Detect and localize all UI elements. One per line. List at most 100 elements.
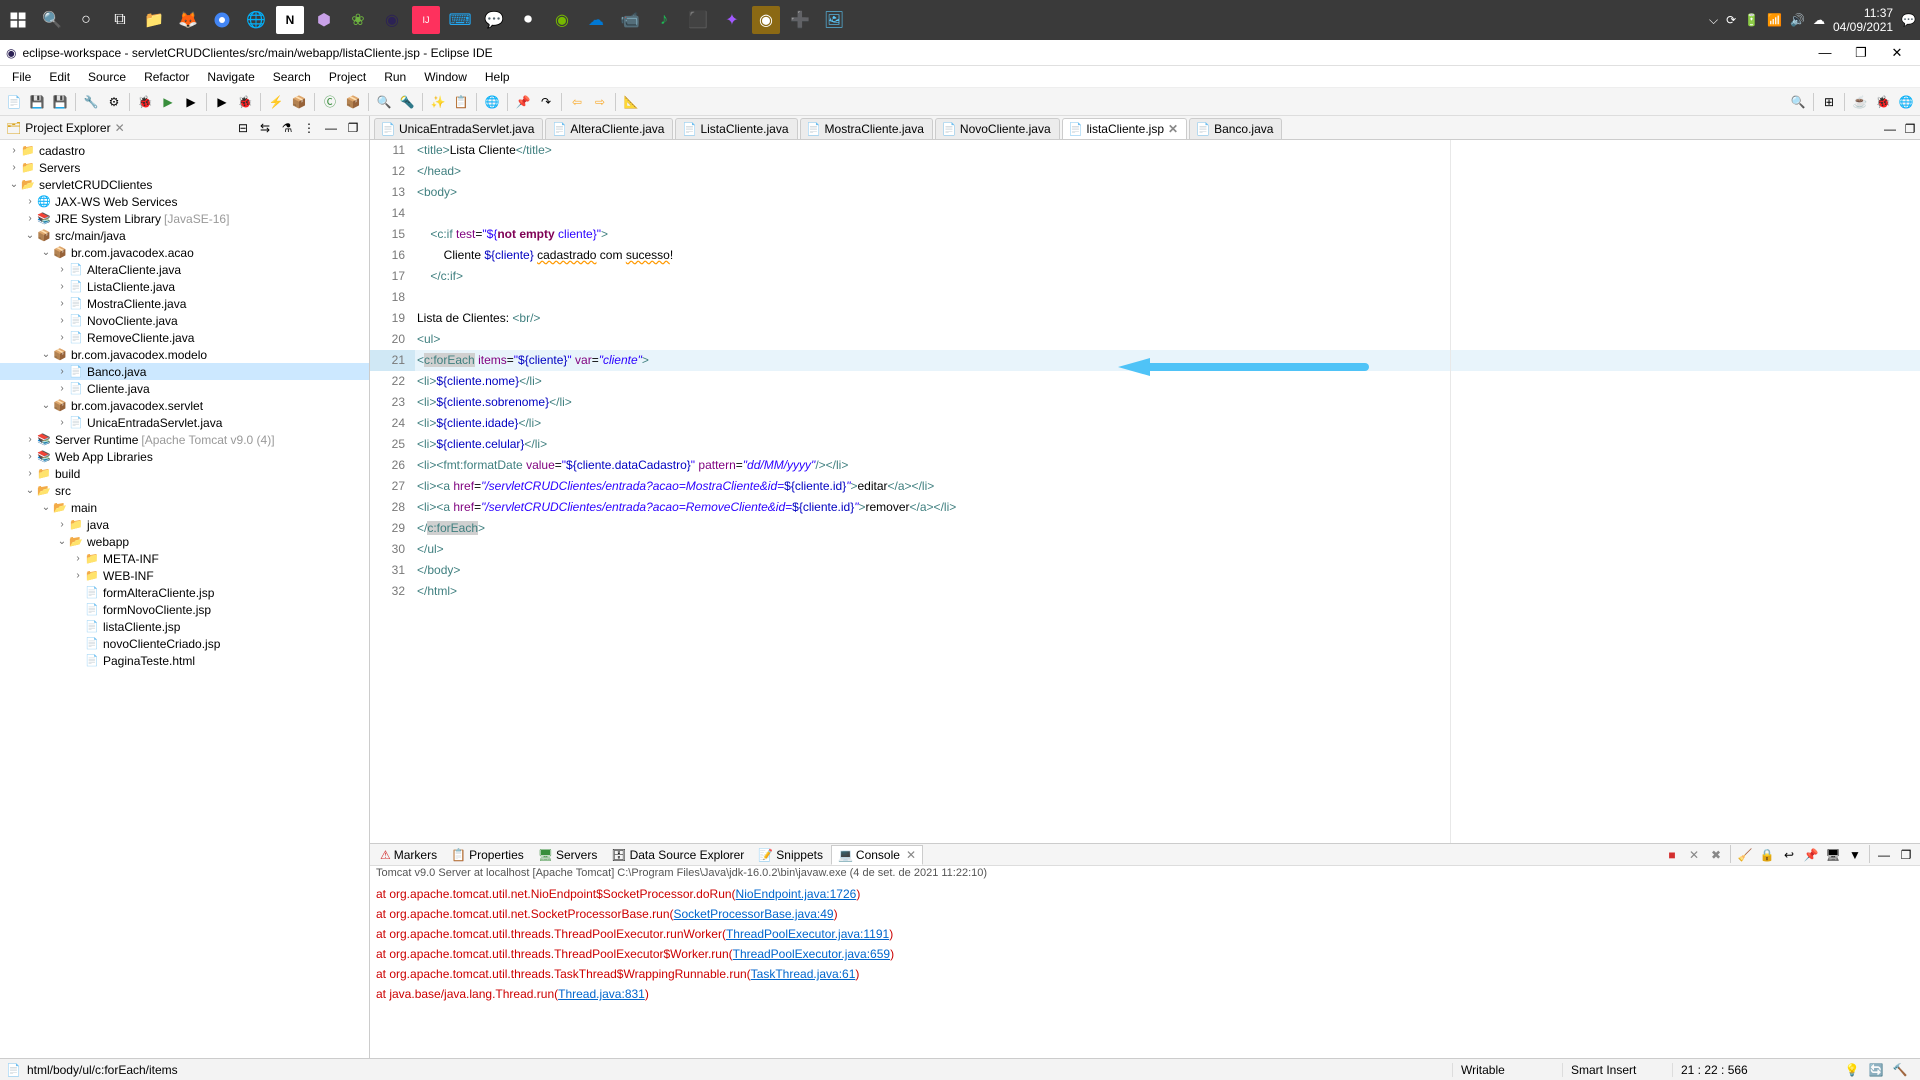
- code-line[interactable]: 19Lista de Clientes: <br/>: [370, 308, 1920, 329]
- tab-banco[interactable]: 📄Banco.java: [1189, 118, 1282, 139]
- maximize-view-icon[interactable]: ❐: [343, 118, 363, 138]
- quickaccess-icon[interactable]: 🔍: [1788, 92, 1808, 112]
- stacktrace-link[interactable]: SocketProcessorBase.java:49: [674, 907, 834, 921]
- menu-source[interactable]: Source: [80, 68, 134, 86]
- tree-build[interactable]: build: [55, 467, 80, 481]
- taskview-icon[interactable]: ⧉: [106, 6, 134, 34]
- tree-pkgservlet[interactable]: br.com.javacodex.servlet: [71, 399, 203, 413]
- tree-javaf[interactable]: java: [87, 518, 109, 532]
- search-tool-icon[interactable]: 🔦: [397, 92, 417, 112]
- tree-novocriado[interactable]: novoClienteCriado.jsp: [103, 637, 220, 651]
- tool2-icon[interactable]: ⚙: [104, 92, 124, 112]
- tray-volume-icon[interactable]: 🔊: [1790, 13, 1805, 27]
- tree-runtime[interactable]: Server Runtime: [55, 433, 138, 447]
- tab-close-icon[interactable]: ✕: [1168, 122, 1178, 136]
- scroll-lock-icon[interactable]: 🔒: [1757, 845, 1777, 865]
- start-icon[interactable]: [4, 6, 32, 34]
- eclipse-alt-icon[interactable]: ◉: [378, 6, 406, 34]
- collapse-all-icon[interactable]: ⊟: [233, 118, 253, 138]
- new-package-icon[interactable]: 📦: [343, 92, 363, 112]
- code-line[interactable]: 12</head>: [370, 161, 1920, 182]
- tree-pagina[interactable]: PaginaTeste.html: [103, 654, 195, 668]
- save-icon[interactable]: 💾: [27, 92, 47, 112]
- tree-altera[interactable]: AlteraCliente.java: [87, 263, 181, 277]
- jee-perspective-icon[interactable]: 🌐: [1896, 92, 1916, 112]
- tree-novo[interactable]: NovoCliente.java: [87, 314, 178, 328]
- app2-icon[interactable]: ✦: [718, 6, 746, 34]
- search-icon[interactable]: 🔍: [38, 6, 66, 34]
- tab-mostra[interactable]: 📄MostraCliente.java: [800, 118, 933, 139]
- project-tree[interactable]: ›📁cadastro ›📁Servers ⌄📂servletCRUDClient…: [0, 140, 369, 1058]
- code-line[interactable]: 23<li>${cliente.sobrenome}</li>: [370, 392, 1920, 413]
- minimize-view-icon[interactable]: ―: [321, 118, 341, 138]
- tray-chevron-icon[interactable]: ⌵: [1709, 13, 1718, 28]
- explorer-close-icon[interactable]: ✕: [115, 121, 125, 135]
- firefox-icon[interactable]: 🦊: [174, 6, 202, 34]
- step-icon[interactable]: ↷: [536, 92, 556, 112]
- server-run-icon[interactable]: ▶: [212, 92, 232, 112]
- tree-remove[interactable]: RemoveCliente.java: [87, 331, 194, 345]
- system-clock[interactable]: 11:37 04/09/2021: [1833, 6, 1893, 35]
- pin-console-icon[interactable]: 📌: [1801, 845, 1821, 865]
- tray-cloud-icon[interactable]: ☁: [1813, 13, 1825, 27]
- menu-file[interactable]: File: [4, 68, 39, 86]
- new-class-icon[interactable]: Ⓒ: [320, 92, 340, 112]
- link-editor-icon[interactable]: ⇆: [255, 118, 275, 138]
- menu-window[interactable]: Window: [416, 68, 475, 86]
- stacktrace-link[interactable]: ThreadPoolExecutor.java:1191: [726, 927, 889, 941]
- close-button[interactable]: ✕: [1880, 42, 1914, 64]
- status-tip-icon[interactable]: 💡: [1842, 1060, 1862, 1080]
- tree-jaxws[interactable]: JAX-WS Web Services: [55, 195, 177, 209]
- fwd-icon[interactable]: ⇨: [590, 92, 610, 112]
- notifications-icon[interactable]: 💬: [1901, 13, 1916, 27]
- code-line[interactable]: 15 <c:if test="${not empty cliente}">: [370, 224, 1920, 245]
- plus-icon[interactable]: ➕: [786, 6, 814, 34]
- console-output[interactable]: at org.apache.tomcat.util.net.NioEndpoin…: [370, 882, 1920, 1058]
- spotify-icon[interactable]: ♪: [650, 6, 678, 34]
- code-line[interactable]: 26<li><fmt:formatDate value="${cliente.d…: [370, 455, 1920, 476]
- status-build-icon[interactable]: 🔨: [1890, 1060, 1910, 1080]
- obs-icon[interactable]: ⏺: [514, 6, 542, 34]
- menu-help[interactable]: Help: [477, 68, 518, 86]
- notion-icon[interactable]: N: [276, 6, 304, 34]
- tree-src[interactable]: src: [55, 484, 71, 498]
- stacktrace-link[interactable]: ThreadPoolExecutor.java:659: [733, 947, 890, 961]
- tree-pkgacao[interactable]: br.com.javacodex.acao: [71, 246, 194, 260]
- edge-icon[interactable]: 🌐: [242, 6, 270, 34]
- coverage-icon[interactable]: ▶: [181, 92, 201, 112]
- status-sync-icon[interactable]: 🔄: [1866, 1060, 1886, 1080]
- wrap-icon[interactable]: ↩: [1779, 845, 1799, 865]
- tree-mostra[interactable]: MostraCliente.java: [87, 297, 186, 311]
- minimize-button[interactable]: ―: [1808, 42, 1842, 64]
- tree-cliente[interactable]: Cliente.java: [87, 382, 150, 396]
- open-type-icon[interactable]: 🔍: [374, 92, 394, 112]
- clear-icon[interactable]: 🧹: [1735, 845, 1755, 865]
- code-line[interactable]: 17 </c:if>: [370, 266, 1920, 287]
- github-icon[interactable]: ⬢: [310, 6, 338, 34]
- code-line[interactable]: 24<li>${cliente.idade}</li>: [370, 413, 1920, 434]
- remove-launch-icon[interactable]: ✕: [1684, 845, 1704, 865]
- maximize-button[interactable]: ❐: [1844, 42, 1878, 64]
- view-menu-icon[interactable]: ⋮: [299, 118, 319, 138]
- zoom-icon[interactable]: 📹: [616, 6, 644, 34]
- menu-project[interactable]: Project: [321, 68, 374, 86]
- debug-icon[interactable]: 🐞: [135, 92, 155, 112]
- back-icon[interactable]: ⇦: [567, 92, 587, 112]
- tray-sync-icon[interactable]: ⟳: [1726, 13, 1736, 27]
- nvidia-icon[interactable]: ◉: [548, 6, 576, 34]
- app-icon[interactable]: ⬛: [684, 6, 712, 34]
- editor-max-icon[interactable]: ❐: [1900, 119, 1920, 139]
- pin-icon[interactable]: 📌: [513, 92, 533, 112]
- filter-icon[interactable]: ⚗: [277, 118, 297, 138]
- tree-cadastro[interactable]: cadastro: [39, 144, 85, 158]
- onedrive-icon[interactable]: ☁: [582, 6, 610, 34]
- spring-icon[interactable]: ❀: [344, 6, 372, 34]
- tray-battery-icon[interactable]: 🔋: [1744, 13, 1759, 27]
- stacktrace-link[interactable]: Thread.java:831: [558, 987, 645, 1001]
- code-line[interactable]: 11<title>Lista Cliente</title>: [370, 140, 1920, 161]
- new-icon[interactable]: 📄: [4, 92, 24, 112]
- tool-icon[interactable]: 🔧: [81, 92, 101, 112]
- menu-search[interactable]: Search: [265, 68, 319, 86]
- tree-formnovo[interactable]: formNovoCliente.jsp: [103, 603, 211, 617]
- tab-servers[interactable]: 🖥Servers: [532, 846, 604, 864]
